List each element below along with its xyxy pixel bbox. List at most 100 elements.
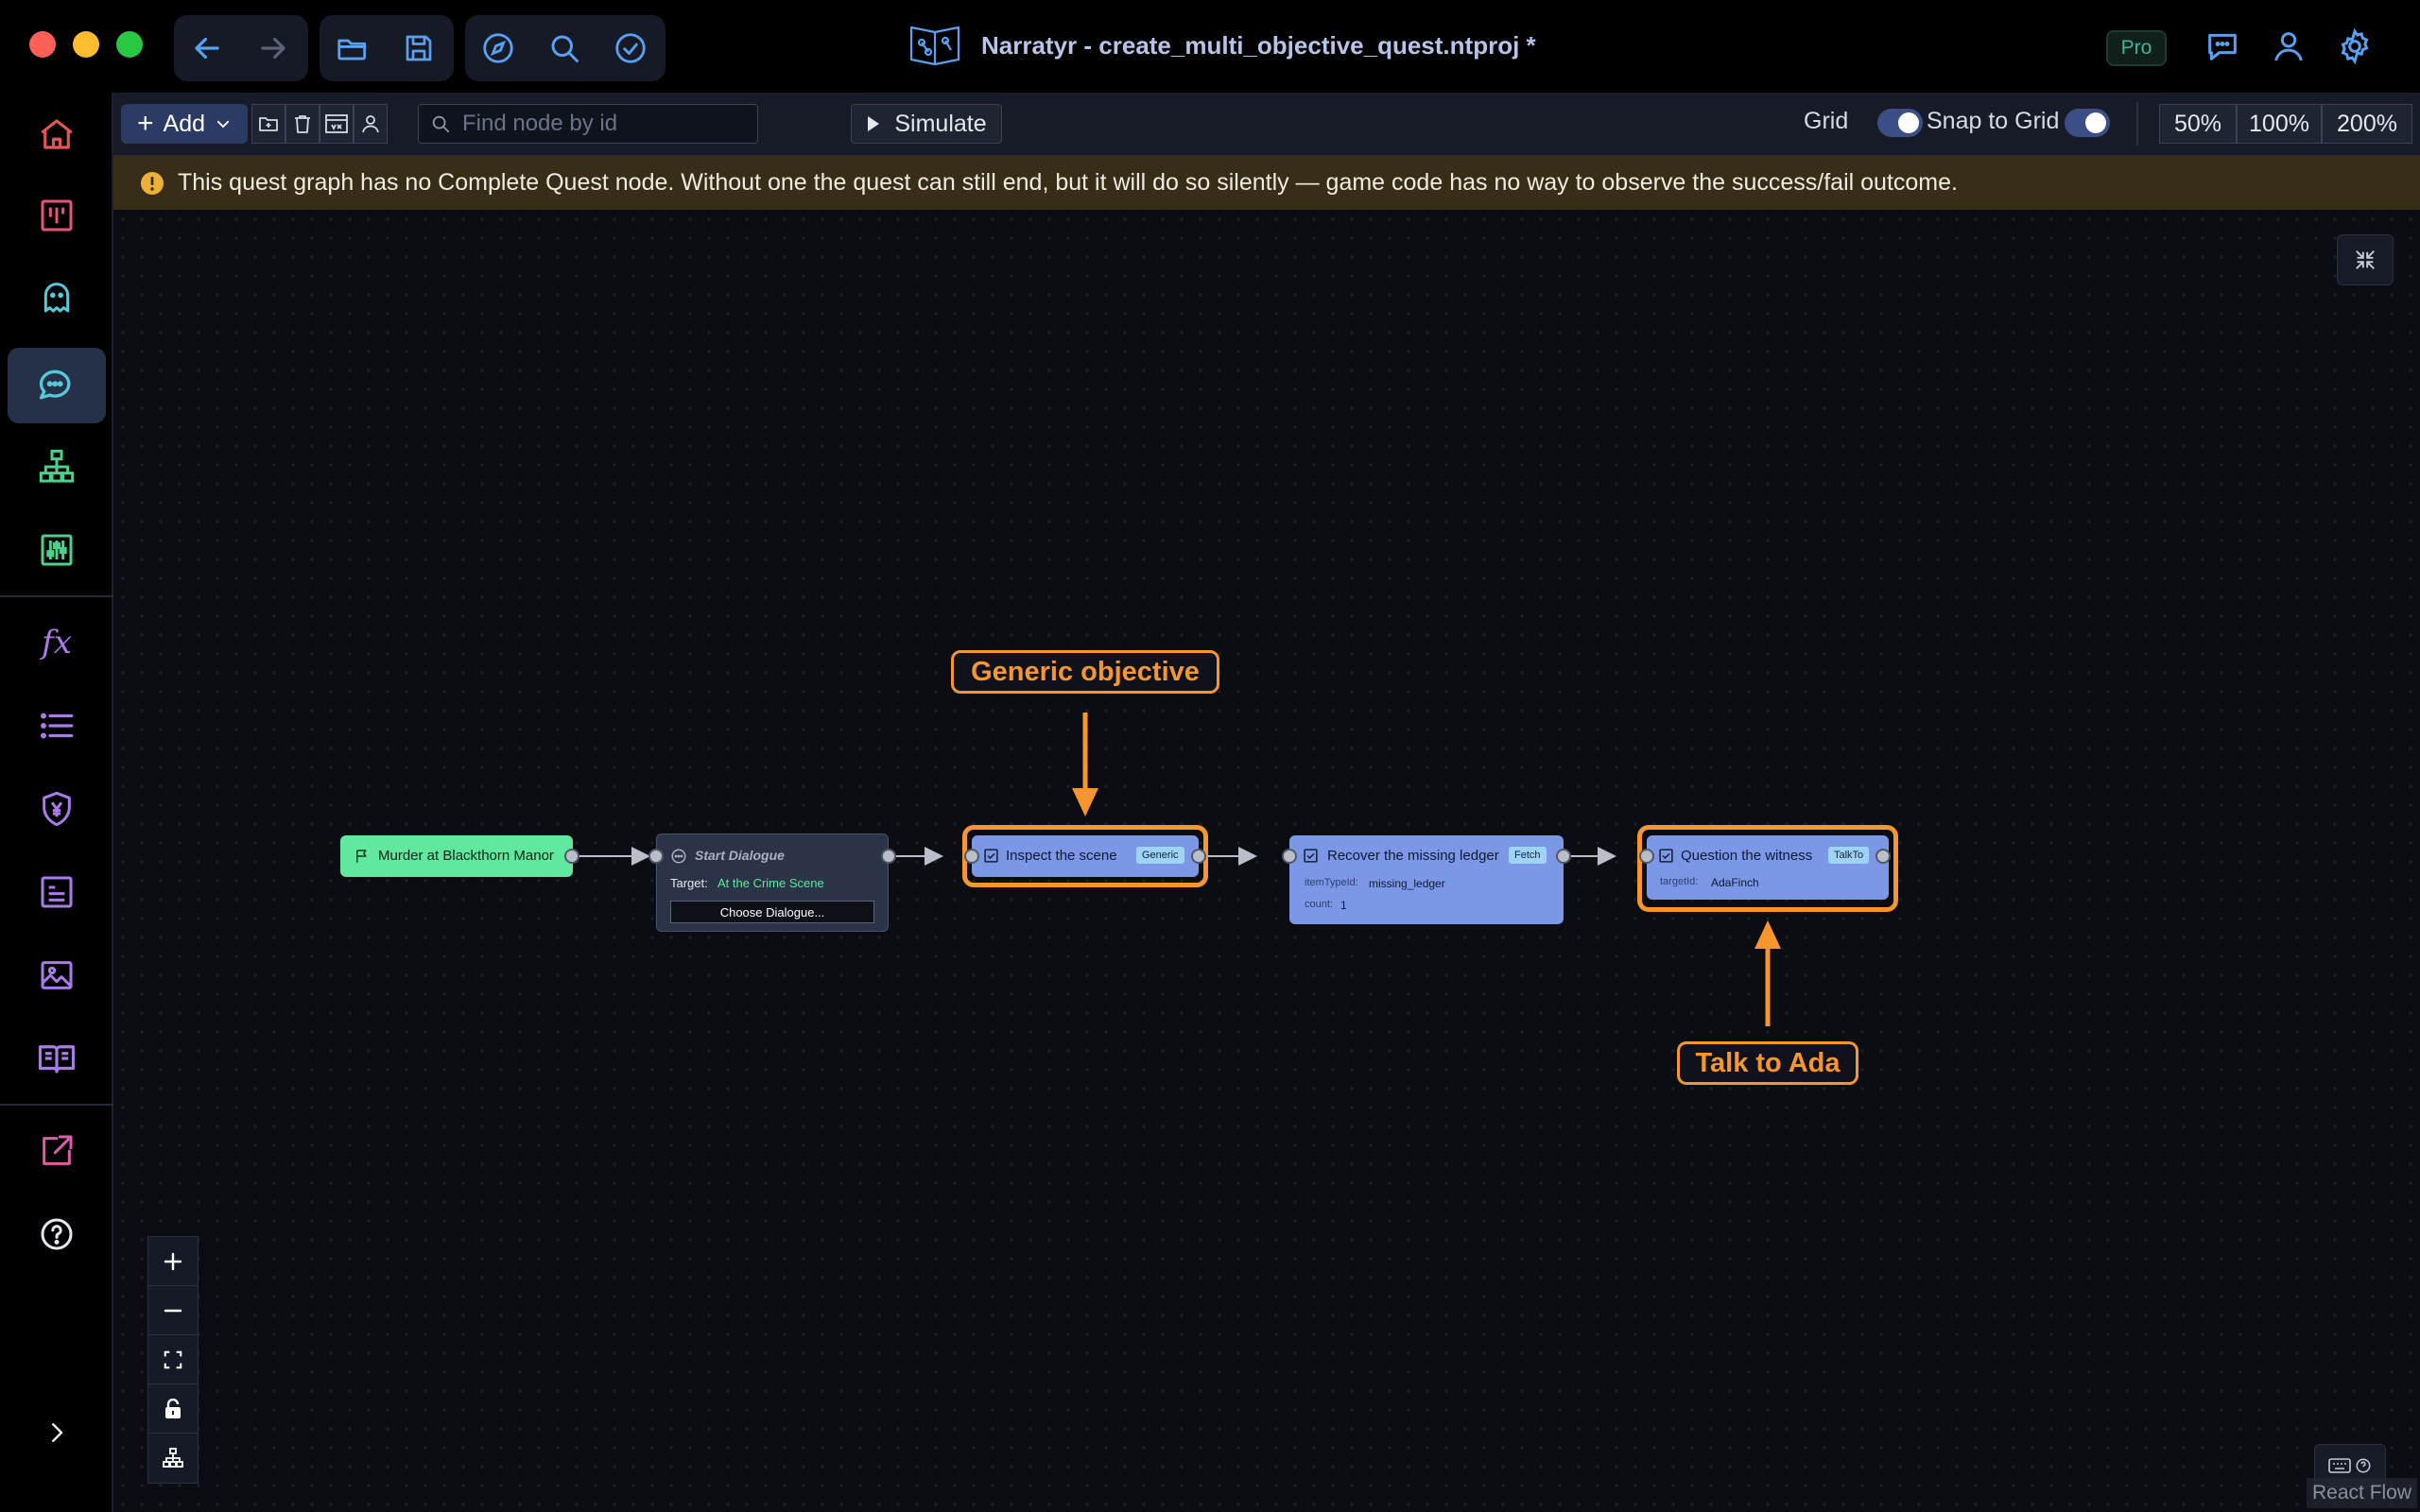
checkbox-icon xyxy=(983,848,999,864)
settings-gear-icon[interactable] xyxy=(2331,23,2378,70)
trash-icon xyxy=(291,112,314,135)
node-title: Start Dialogue xyxy=(695,848,785,863)
maximize-window-button[interactable] xyxy=(116,31,143,58)
sidebar-item-assets[interactable] xyxy=(8,937,106,1013)
flag-icon xyxy=(354,848,371,865)
search-icon[interactable] xyxy=(531,15,597,81)
node-input-handle[interactable] xyxy=(964,849,979,864)
sidebar-item-quests[interactable] xyxy=(8,429,106,505)
zoom-200-button[interactable]: 200% xyxy=(2322,104,2412,144)
simulate-button[interactable]: Simulate xyxy=(851,104,1002,144)
chat-icon[interactable] xyxy=(2199,23,2246,70)
keyboard-icon xyxy=(2328,1457,2351,1474)
app-logo-icon xyxy=(908,22,962,69)
sidebar-expand-button[interactable] xyxy=(8,1395,106,1470)
back-arrow-icon[interactable] xyxy=(174,15,240,81)
objective-type-badge: Generic xyxy=(1136,847,1184,864)
function-icon: fx xyxy=(42,624,72,662)
pro-badge[interactable]: Pro xyxy=(2106,30,2167,66)
home-icon xyxy=(37,114,77,154)
snap-to-grid-toggle[interactable] xyxy=(2065,109,2110,137)
toolbar-divider xyxy=(2136,102,2138,146)
variable-button[interactable] xyxy=(320,104,354,144)
lock-button[interactable] xyxy=(148,1384,198,1434)
node-output-handle[interactable] xyxy=(1191,849,1206,864)
plus-icon: + xyxy=(136,108,154,139)
expand-chevron-icon xyxy=(43,1418,71,1447)
delete-button[interactable] xyxy=(285,104,320,144)
help-icon xyxy=(38,1215,76,1253)
check-circle-icon[interactable] xyxy=(597,15,664,81)
zoom-50-button[interactable]: 50% xyxy=(2159,104,2237,144)
folder-plus-icon xyxy=(257,112,280,135)
compass-icon[interactable] xyxy=(465,15,531,81)
sidebar-item-console[interactable] xyxy=(8,854,106,930)
node-input-handle[interactable] xyxy=(648,849,664,864)
sidebar-item-home[interactable] xyxy=(8,96,106,172)
list-icon xyxy=(37,706,77,746)
minimize-window-button[interactable] xyxy=(73,31,99,58)
window-variable-icon xyxy=(324,112,349,135)
add-node-button[interactable]: + Add xyxy=(121,104,248,144)
graph-toolbar: + Add Simulate Grid Snap to Grid 50% 100… xyxy=(113,93,2420,156)
grid-toggle[interactable] xyxy=(1877,109,1923,137)
sidebar-item-variables[interactable] xyxy=(8,512,106,588)
sidebar-item-export[interactable] xyxy=(8,1113,106,1189)
sidebar-item-economy[interactable] xyxy=(8,771,106,847)
node-output-handle[interactable] xyxy=(1556,849,1571,864)
zoom-out-button[interactable] xyxy=(148,1286,198,1335)
sidebar-item-lists[interactable] xyxy=(8,688,106,764)
node-output-handle[interactable] xyxy=(881,849,896,864)
user-icon[interactable] xyxy=(2265,23,2312,70)
help-icon xyxy=(2355,1457,2372,1474)
objective-node[interactable]: Inspect the scene Generic xyxy=(972,835,1199,877)
export-icon xyxy=(38,1132,76,1170)
toggle-knob xyxy=(1898,112,1919,133)
checkbox-icon xyxy=(1658,848,1674,864)
graph-canvas[interactable]: Murder at Blackthorn Manor Start Dialogu… xyxy=(113,210,2420,1512)
ghost-icon xyxy=(38,278,76,316)
save-icon[interactable] xyxy=(386,15,452,81)
sidebar-item-characters[interactable] xyxy=(8,259,106,335)
attribution-label[interactable]: React Flow xyxy=(2307,1478,2418,1508)
zoom-controls xyxy=(147,1236,199,1484)
objective-node[interactable]: Question the witness TalkTo targetId: Ad… xyxy=(1647,835,1889,900)
node-input-handle[interactable] xyxy=(1282,849,1297,864)
node-output-handle[interactable] xyxy=(1876,849,1891,864)
auto-layout-button[interactable] xyxy=(148,1434,198,1483)
objective-node[interactable]: Recover the missing ledger Fetch itemTyp… xyxy=(1289,835,1564,924)
sliders-icon xyxy=(38,531,76,569)
toggle-knob xyxy=(2085,112,2106,133)
warning-text: This quest graph has no Complete Quest n… xyxy=(178,169,1958,196)
sidebar-item-help[interactable] xyxy=(8,1196,106,1272)
forward-arrow-icon[interactable] xyxy=(240,15,306,81)
node-output-handle[interactable] xyxy=(564,849,579,864)
annotation-callout: Generic objective xyxy=(951,650,1219,694)
node-input-handle[interactable] xyxy=(1639,849,1654,864)
warning-icon xyxy=(140,171,164,196)
sidebar-item-docs[interactable] xyxy=(8,1021,106,1096)
new-folder-button[interactable] xyxy=(251,104,285,144)
tools-group xyxy=(465,15,666,81)
node-title: Question the witness xyxy=(1681,848,1813,864)
choose-dialogue-button[interactable]: Choose Dialogue... xyxy=(670,901,874,923)
fit-view-icon xyxy=(163,1349,183,1370)
folder-open-icon[interactable] xyxy=(320,15,386,81)
fit-view-button[interactable] xyxy=(148,1335,198,1384)
sidebar-item-functions[interactable]: fx xyxy=(8,605,106,680)
field-value: 1 xyxy=(1340,899,1347,912)
find-node-input[interactable] xyxy=(460,110,748,138)
sidebar-item-dialogue[interactable] xyxy=(8,348,106,423)
character-button[interactable] xyxy=(354,104,388,144)
add-button-label: Add xyxy=(163,110,205,137)
close-window-button[interactable] xyxy=(29,31,56,58)
play-icon xyxy=(866,115,881,132)
field-label: itemTypeId: xyxy=(1305,877,1358,888)
zoom-in-button[interactable] xyxy=(148,1237,198,1286)
sidebar-item-board[interactable] xyxy=(8,178,106,253)
start-dialogue-node[interactable]: Start Dialogue Target: At the Crime Scen… xyxy=(656,833,889,932)
zoom-100-button[interactable]: 100% xyxy=(2237,104,2322,144)
find-node-search[interactable] xyxy=(418,104,758,144)
history-group xyxy=(174,15,308,81)
quest-start-node[interactable]: Murder at Blackthorn Manor xyxy=(340,835,573,877)
